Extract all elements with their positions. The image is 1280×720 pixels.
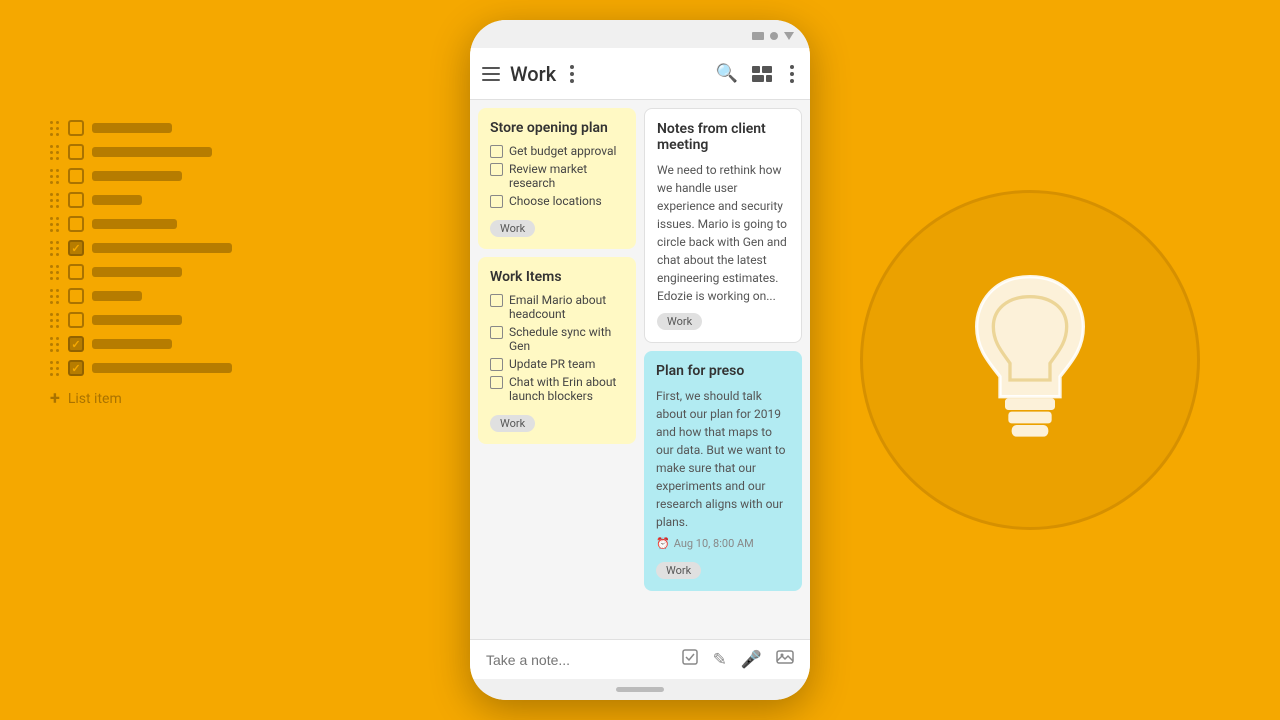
note-tag[interactable]: Work	[490, 415, 535, 432]
header-more-button[interactable]	[786, 61, 798, 87]
todo-item: Chat with Erin about launch blockers	[490, 375, 624, 403]
left-checklist-decoration: + List item	[50, 120, 232, 409]
list-item	[50, 240, 232, 256]
note-tag[interactable]: Work	[656, 562, 701, 579]
signal-dot	[770, 32, 778, 40]
right-notes-column: Notes from client meeting We need to ret…	[644, 108, 802, 631]
note-body: First, we should talk about our plan for…	[656, 387, 790, 531]
list-item	[50, 120, 232, 136]
list-item	[50, 288, 232, 304]
header-left: Work	[482, 61, 578, 87]
clock-icon: ⏰	[656, 537, 670, 550]
todo-item: Update PR team	[490, 357, 624, 371]
notes-content: Store opening plan Get budget approval R…	[470, 100, 810, 639]
todo-text: Review market research	[509, 162, 624, 190]
layout-icon[interactable]	[752, 66, 772, 82]
list-item	[50, 216, 232, 232]
list-item	[50, 144, 232, 160]
list-item	[50, 168, 232, 184]
battery-icon	[752, 32, 764, 40]
note-tag[interactable]: Work	[657, 313, 702, 330]
bottom-input-bar: ✎ 🎤	[470, 639, 810, 679]
todo-item: Email Mario about headcount	[490, 293, 624, 321]
plus-icon: +	[50, 388, 60, 409]
todo-item: Review market research	[490, 162, 624, 190]
todo-checkbox[interactable]	[490, 294, 503, 307]
todo-checkbox[interactable]	[490, 376, 503, 389]
todo-checkbox[interactable]	[490, 326, 503, 339]
todo-item: Schedule sync with Gen	[490, 325, 624, 353]
todo-text: Get budget approval	[509, 144, 616, 158]
note-title: Work Items	[490, 269, 624, 285]
note-work-items[interactable]: Work Items Email Mario about headcount S…	[478, 257, 636, 444]
note-title: Store opening plan	[490, 120, 624, 136]
left-notes-column: Store opening plan Get budget approval R…	[478, 108, 636, 631]
todo-checkbox[interactable]	[490, 163, 503, 176]
timestamp-text: Aug 10, 8:00 AM	[674, 537, 754, 550]
note-tag[interactable]: Work	[490, 220, 535, 237]
note-title: Plan for preso	[656, 363, 790, 379]
app-header: Work 🔍	[470, 48, 810, 100]
title-more-button[interactable]	[566, 61, 578, 87]
list-item	[50, 312, 232, 328]
todo-text: Email Mario about headcount	[509, 293, 624, 321]
list-item	[50, 192, 232, 208]
add-item-label: List item	[68, 391, 122, 407]
lightbulb-decoration	[860, 190, 1200, 530]
lightbulb-icon	[930, 260, 1130, 460]
nav-pill	[616, 687, 664, 692]
todo-text: Update PR team	[509, 357, 595, 371]
todo-checkbox[interactable]	[490, 195, 503, 208]
todo-text: Choose locations	[509, 194, 602, 208]
note-title: Notes from client meeting	[657, 121, 789, 153]
status-bar	[470, 20, 810, 48]
mic-icon[interactable]: 🎤	[741, 650, 762, 670]
note-client-meeting[interactable]: Notes from client meeting We need to ret…	[644, 108, 802, 343]
list-item	[50, 360, 232, 376]
phone-device: Work 🔍	[470, 20, 810, 700]
image-icon[interactable]	[776, 648, 794, 671]
note-body: We need to rethink how we handle user ex…	[657, 161, 789, 305]
checkbox-icon[interactable]	[681, 648, 699, 671]
todo-item: Choose locations	[490, 194, 624, 208]
add-list-item-row[interactable]: + List item	[50, 388, 232, 409]
pencil-icon[interactable]: ✎	[713, 650, 727, 670]
bottom-icons: ✎ 🎤	[681, 648, 794, 671]
note-store-plan[interactable]: Store opening plan Get budget approval R…	[478, 108, 636, 249]
note-input[interactable]	[486, 652, 669, 668]
menu-icon[interactable]	[482, 67, 500, 81]
list-item	[50, 264, 232, 280]
todo-checkbox[interactable]	[490, 145, 503, 158]
note-plan-preso[interactable]: Plan for preso First, we should talk abo…	[644, 351, 802, 591]
app-title: Work	[510, 62, 556, 86]
header-right: 🔍	[716, 61, 798, 87]
todo-text: Chat with Erin about launch blockers	[509, 375, 624, 403]
todo-text: Schedule sync with Gen	[509, 325, 624, 353]
list-item	[50, 336, 232, 352]
todo-item: Get budget approval	[490, 144, 624, 158]
dropdown-icon	[784, 32, 794, 40]
todo-checkbox[interactable]	[490, 358, 503, 371]
phone-nav-bar	[470, 679, 810, 700]
note-timestamp: ⏰ Aug 10, 8:00 AM	[656, 537, 790, 550]
search-icon[interactable]: 🔍	[716, 63, 738, 84]
